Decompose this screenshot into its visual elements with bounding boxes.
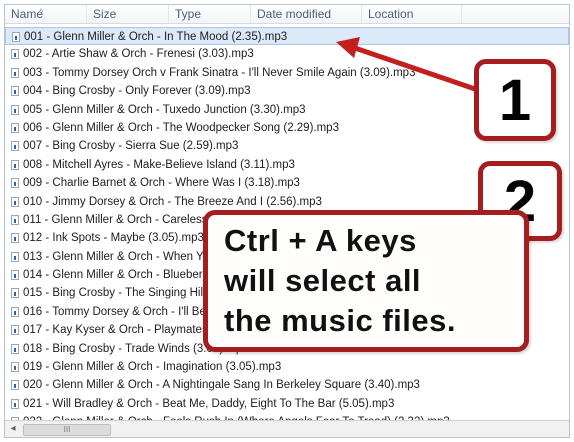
instruction-text: Ctrl + A keys will select all the music … bbox=[224, 221, 516, 341]
file-name: 004 - Bing Crosby - Only Forever (3.09).… bbox=[23, 85, 251, 98]
audio-file-icon bbox=[11, 325, 19, 336]
file-row-selected[interactable]: 001 - Glenn Miller & Orch - In The Mood … bbox=[5, 27, 569, 46]
audio-file-icon bbox=[11, 141, 19, 152]
audio-file-icon bbox=[11, 398, 19, 409]
file-row[interactable]: 021 - Will Bradley & Orch - Beat Me, Dad… bbox=[5, 395, 569, 413]
audio-file-icon bbox=[11, 159, 19, 170]
instruction-line: the music files. bbox=[224, 303, 456, 338]
audio-file-icon bbox=[11, 49, 19, 60]
audio-file-icon bbox=[11, 67, 19, 78]
column-header-size[interactable]: Size bbox=[87, 5, 169, 23]
column-header-label: Size bbox=[93, 7, 117, 21]
audio-file-icon bbox=[11, 251, 19, 262]
column-header-label: Date modified bbox=[257, 7, 332, 21]
file-name: 006 - Glenn Miller & Orch - The Woodpeck… bbox=[23, 121, 339, 134]
column-header-date-modified[interactable]: Date modified bbox=[251, 5, 362, 23]
audio-file-icon bbox=[11, 306, 19, 317]
column-header-name[interactable]: ^ Name bbox=[5, 5, 87, 23]
audio-file-icon bbox=[11, 104, 19, 115]
file-name: 007 - Bing Crosby - Sierra Sue (2.59).mp… bbox=[23, 140, 239, 153]
file-name: 001 - Glenn Miller & Orch - In The Mood … bbox=[24, 31, 288, 43]
audio-file-icon bbox=[12, 32, 20, 42]
audio-file-icon bbox=[11, 86, 19, 97]
audio-file-icon bbox=[11, 196, 19, 207]
horizontal-scrollbar[interactable]: ◂ III bbox=[5, 420, 569, 437]
instruction-callout: Ctrl + A keys will select all the music … bbox=[203, 210, 529, 352]
column-header-label: Type bbox=[175, 7, 202, 21]
file-name: 003 - Tommy Dorsey Orch v Frank Sinatra … bbox=[23, 66, 416, 79]
sort-caret-icon: ^ bbox=[39, 7, 44, 17]
step-number: 1 bbox=[498, 67, 532, 133]
file-name: 008 - Mitchell Ayres - Make-Believe Isla… bbox=[23, 158, 295, 171]
audio-file-icon bbox=[11, 380, 19, 391]
audio-file-icon bbox=[11, 288, 19, 299]
file-name: 009 - Charlie Barnet & Orch - Where Was … bbox=[23, 177, 300, 190]
file-name: 002 - Artie Shaw & Orch - Frenesi (3.03)… bbox=[23, 48, 254, 61]
file-row[interactable]: 019 - Glenn Miller & Orch - Imagination … bbox=[5, 358, 569, 376]
audio-file-icon bbox=[11, 343, 19, 354]
audio-file-icon bbox=[11, 178, 19, 189]
column-header-bar: ^ Name Size Type Date modified Location bbox=[5, 5, 569, 24]
instruction-line: will select all bbox=[224, 263, 422, 298]
file-name: 012 - Ink Spots - Maybe (3.05).mp3 bbox=[23, 232, 204, 245]
scroll-left-arrow-icon[interactable]: ◂ bbox=[5, 421, 21, 437]
audio-file-icon bbox=[11, 214, 19, 225]
scrollbar-thumb[interactable]: III bbox=[23, 424, 111, 436]
file-name: 010 - Jimmy Dorsey & Orch - The Breeze A… bbox=[23, 195, 322, 208]
audio-file-icon bbox=[11, 233, 19, 244]
file-name: 005 - Glenn Miller & Orch - Tuxedo Junct… bbox=[23, 103, 306, 116]
instruction-line: Ctrl + A keys bbox=[224, 223, 417, 258]
audio-file-icon bbox=[11, 270, 19, 281]
file-name: 020 - Glenn Miller & Orch - A Nightingal… bbox=[23, 379, 420, 392]
audio-file-icon bbox=[11, 122, 19, 133]
file-row[interactable]: 020 - Glenn Miller & Orch - A Nightingal… bbox=[5, 376, 569, 394]
column-header-type[interactable]: Type bbox=[169, 5, 251, 23]
column-header-location[interactable]: Location bbox=[362, 5, 462, 23]
callout-step-1: 1 bbox=[474, 59, 556, 141]
audio-file-icon bbox=[11, 362, 19, 373]
file-name: 019 - Glenn Miller & Orch - Imagination … bbox=[23, 361, 282, 374]
file-name: 021 - Will Bradley & Orch - Beat Me, Dad… bbox=[23, 397, 395, 410]
column-header-label: Location bbox=[368, 7, 414, 21]
